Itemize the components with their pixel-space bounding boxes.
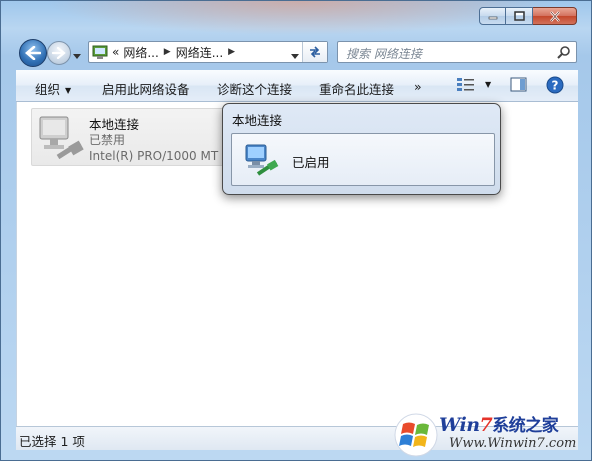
- drag-feedback-popup: 本地连接 已启用: [222, 103, 501, 195]
- details-view-icon: [457, 78, 474, 91]
- popup-connection-state: 已启用: [231, 133, 495, 186]
- windows-logo-icon: [394, 413, 438, 457]
- chevron-down-icon: ▼: [65, 86, 72, 95]
- address-bar[interactable]: « 网络... ▶ 网络连... ▶: [88, 41, 328, 63]
- enabled-network-adapter-icon: [245, 144, 279, 176]
- address-dropdown[interactable]: [291, 48, 299, 62]
- caption-buttons: [479, 7, 577, 25]
- recent-pages-dropdown[interactable]: [73, 48, 81, 62]
- popup-title: 本地连接: [232, 113, 283, 128]
- chevron-down-icon: ▼: [484, 80, 492, 89]
- help-icon: ?: [546, 76, 564, 94]
- popup-state-text: 已启用: [292, 155, 330, 170]
- watermark-brand: Win7系统之家: [439, 414, 559, 436]
- connection-status: 已禁用: [89, 133, 126, 147]
- chevron-down-icon: [291, 54, 299, 59]
- search-box[interactable]: 搜索 网络连接: [337, 41, 577, 63]
- forward-arrow-icon: [52, 47, 66, 59]
- breadcrumb-network[interactable]: 网络...: [123, 44, 158, 61]
- search-placeholder: 搜索 网络连接: [346, 47, 422, 61]
- svg-text:?: ?: [552, 79, 559, 93]
- search-icon[interactable]: [557, 45, 571, 62]
- view-options-button[interactable]: ▼: [456, 77, 491, 96]
- minimize-icon: [488, 16, 497, 20]
- breadcrumb-connections[interactable]: 网络连...: [176, 44, 223, 61]
- explorer-window: « 网络... ▶ 网络连... ▶ 搜索 网络连接 组织 ▼ 启用此网络设备 诊…: [0, 0, 592, 461]
- forward-button[interactable]: [47, 41, 71, 65]
- refresh-icon: [310, 46, 320, 58]
- more-commands-button[interactable]: »: [414, 79, 422, 94]
- help-button[interactable]: ?: [546, 76, 564, 97]
- status-text: 已选择 1 项: [19, 434, 85, 449]
- maximize-button[interactable]: [506, 7, 533, 25]
- organize-button[interactable]: 组织 ▼: [35, 79, 71, 98]
- enable-device-button[interactable]: 启用此网络设备: [102, 79, 190, 98]
- back-button[interactable]: [19, 39, 47, 67]
- diagnose-button[interactable]: 诊断这个连接: [217, 79, 292, 98]
- breadcrumb-arrow-icon[interactable]: ▶: [164, 47, 171, 57]
- connection-adapter: Intel(R) PRO/1000 MT N: [89, 149, 231, 163]
- back-arrow-icon: [25, 46, 41, 60]
- close-button[interactable]: [533, 7, 577, 25]
- close-icon: [549, 10, 560, 22]
- minimize-button[interactable]: [479, 7, 506, 25]
- refresh-button[interactable]: [302, 42, 327, 62]
- watermark-logo: Win7系统之家 Www.Winwin7.com: [391, 409, 591, 461]
- preview-pane-icon: [510, 77, 527, 92]
- rename-button[interactable]: 重命名此连接: [319, 79, 394, 98]
- preview-pane-button[interactable]: [510, 77, 528, 96]
- watermark-url: Www.Winwin7.com: [449, 436, 577, 451]
- network-folder-icon: [92, 45, 108, 59]
- maximize-icon: [513, 11, 525, 21]
- command-bar: 组织 ▼ 启用此网络设备 诊断这个连接 重命名此连接 » ▼ ?: [16, 70, 578, 102]
- breadcrumb-overflow[interactable]: «: [112, 45, 119, 59]
- chevron-down-icon: [73, 54, 81, 59]
- breadcrumb-arrow-icon[interactable]: ▶: [228, 47, 235, 57]
- network-adapter-icon: [39, 116, 84, 160]
